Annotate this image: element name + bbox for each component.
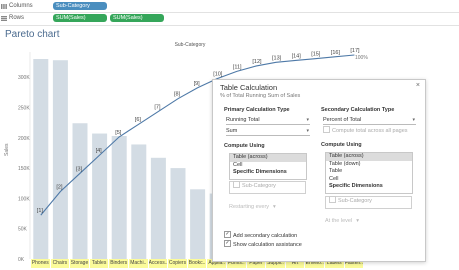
point-label: [6] (135, 117, 142, 123)
y-tick-label: 100K (18, 196, 30, 202)
point-label: [7] (154, 104, 161, 110)
primary-dimension-checkbox: Sub-Category (233, 181, 276, 189)
point-label: [3] (76, 166, 83, 172)
point-label: [4] (96, 148, 103, 154)
primary-type-select[interactable]: Running Total ▾ (226, 117, 310, 125)
point-label: [17] (350, 48, 360, 54)
secondary-compute-list[interactable]: Table (across) Table (down) Table Cell S… (325, 152, 413, 194)
list-item[interactable]: Table (across) (230, 154, 306, 162)
bar (33, 59, 49, 259)
point-label: [11] (233, 64, 242, 70)
bar (52, 60, 68, 259)
dialog-subtitle: % of Total Running Sum of Sales (220, 93, 301, 99)
x-category-label[interactable]: Chairs (50, 259, 70, 268)
primary-dimension-list: Sub-Category (229, 181, 306, 194)
total-all-pages-checkbox: Compute total across all pages (323, 126, 408, 134)
x-category-label[interactable]: Tables (89, 259, 109, 268)
primary-compute-heading: Compute Using (224, 143, 265, 149)
x-category-label[interactable]: Copiers (168, 259, 187, 268)
primary-agg-select[interactable]: Sum ▾ (226, 128, 310, 136)
y-tick-label: 200K (18, 136, 30, 142)
x-category-label[interactable]: Binders (109, 259, 128, 268)
y-axis-ticks: 0K 50K 100K 150K 200K 250K 300K (18, 75, 30, 263)
bar (72, 123, 88, 259)
chevron-down-icon: ▾ (412, 117, 415, 123)
close-icon[interactable]: × (416, 82, 420, 89)
y-tick-label: 0K (18, 257, 25, 263)
point-label: [14] (292, 53, 302, 59)
point-label: [9] (194, 81, 201, 87)
list-item[interactable]: Cell (326, 176, 412, 184)
y-tick-label: 150K (18, 166, 30, 172)
point-label: [16] (331, 50, 341, 56)
x-category-label[interactable]: Bookc.. (187, 259, 207, 268)
point-label: [1] (37, 208, 44, 214)
point-label: [2] (56, 185, 63, 191)
point-label: [8] (174, 92, 181, 98)
x-category-label[interactable]: Access.. (148, 259, 168, 268)
list-item[interactable]: Table (326, 168, 412, 176)
bar (111, 135, 127, 259)
add-secondary-checkbox[interactable]: ✓ Add secondary calculation (224, 231, 297, 239)
secondary-dimension-list: Sub-Category (325, 196, 412, 209)
y-tick-label: 250K (18, 105, 30, 111)
checkbox-checked-icon: ✓ (224, 231, 231, 238)
list-item[interactable]: Cell (230, 162, 306, 170)
bar (150, 157, 166, 259)
point-label: [13] (272, 55, 282, 61)
list-item[interactable]: Table (across) (326, 153, 412, 161)
primary-compute-list[interactable]: Table (across) Cell Specific Dimensions (229, 153, 307, 180)
primary-type-value: Running Total (226, 117, 260, 123)
dialog-title: Table Calculation (220, 83, 278, 92)
y-axis-title: Sales (4, 143, 10, 156)
point-label: [15] (311, 52, 321, 58)
secondary-dimension-checkbox: Sub-Category (329, 196, 372, 204)
x-category-label[interactable]: Phones (31, 259, 50, 268)
x-category-label[interactable]: Storage (70, 259, 89, 268)
chevron-down-icon: ▾ (306, 117, 309, 123)
right-axis-label: 100% (355, 55, 368, 61)
secondary-type-select[interactable]: Percent of Total ▾ (323, 117, 416, 125)
point-label: [10] (213, 72, 223, 78)
list-item[interactable]: Table (down) (326, 161, 412, 169)
at-the-level-select: At the level ▾ (325, 218, 359, 224)
checkbox-checked-icon: ✓ (224, 240, 231, 247)
y-tick-label: 50K (18, 227, 28, 233)
list-item[interactable]: Specific Dimensions (326, 183, 412, 191)
primary-heading: Primary Calculation Type (224, 107, 290, 113)
point-label: [12] (252, 59, 262, 65)
secondary-heading: Secondary Calculation Type (321, 107, 395, 113)
show-assistance-checkbox[interactable]: ✓ Show calculation assistance (224, 240, 302, 248)
bar (190, 189, 206, 259)
x-category-label[interactable]: Machi.. (129, 259, 148, 268)
primary-agg-value: Sum (226, 128, 238, 134)
list-item[interactable]: Specific Dimensions (230, 169, 306, 177)
chevron-down-icon: ▾ (306, 128, 309, 134)
secondary-type-value: Percent of Total (323, 117, 362, 123)
table-calculation-dialog: Table Calculation × % of Total Running S… (212, 79, 426, 262)
bar (170, 168, 186, 259)
secondary-compute-heading: Compute Using (321, 142, 362, 148)
bar (131, 144, 147, 259)
restarting-every-select: Restarting every ▾ (229, 204, 276, 210)
point-label: [5] (115, 130, 122, 136)
y-tick-label: 300K (18, 75, 30, 81)
